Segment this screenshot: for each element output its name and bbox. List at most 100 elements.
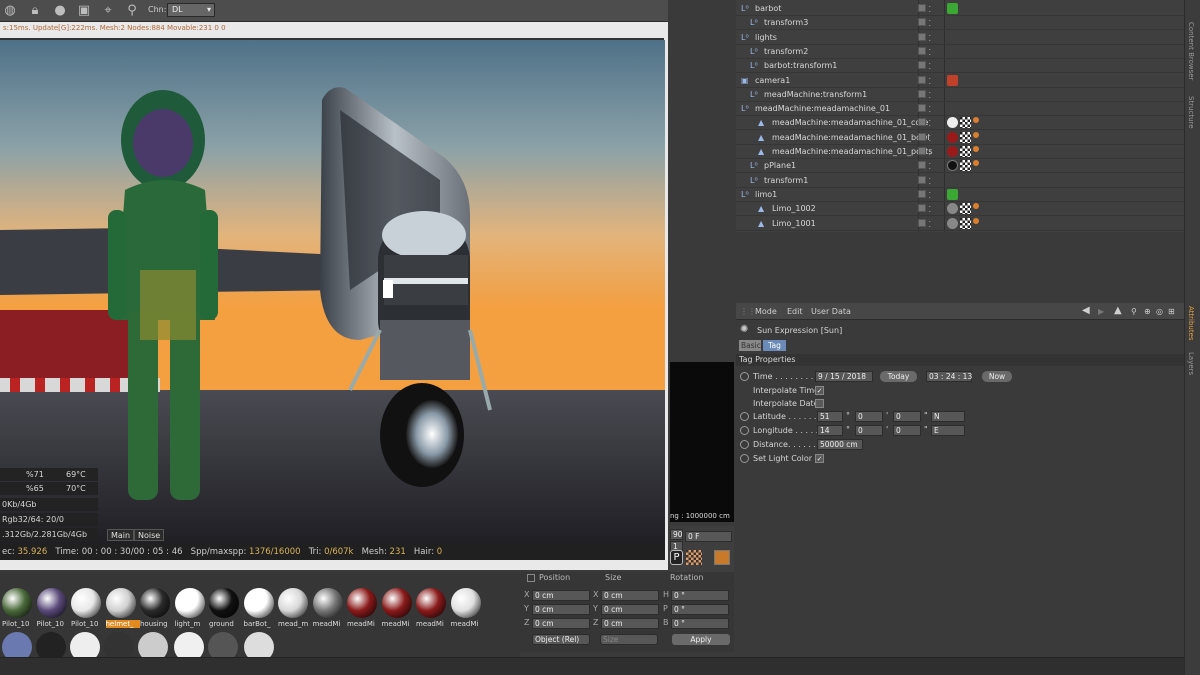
- visibility-icon[interactable]: [918, 132, 926, 141]
- visibility-icon[interactable]: [918, 189, 926, 198]
- tab-attributes[interactable]: Attributes: [1187, 306, 1195, 341]
- visibility-icon[interactable]: [918, 32, 926, 41]
- material-swatch[interactable]: [278, 588, 308, 618]
- visibility-icon[interactable]: [918, 61, 926, 70]
- coord-size-field[interactable]: 0 cm: [601, 618, 659, 629]
- clock-field[interactable]: 03 : 24 : 13: [926, 371, 972, 382]
- render-dots-icon[interactable]: ⁚: [929, 162, 932, 171]
- latitude-min-field[interactable]: 0: [855, 411, 883, 422]
- latitude-dir-select[interactable]: N: [931, 411, 965, 422]
- visibility-icon[interactable]: [918, 175, 926, 184]
- render-dots-icon[interactable]: ⁚: [929, 148, 932, 157]
- render-dots-icon[interactable]: ⁚: [929, 34, 932, 43]
- object-row[interactable]: L⁰ transform2 ⁚: [736, 45, 1184, 59]
- size-mode-select[interactable]: Size: [600, 634, 658, 645]
- visibility-icon[interactable]: [918, 4, 926, 12]
- render-dots-icon[interactable]: ⁚: [929, 220, 932, 229]
- material-swatch[interactable]: [174, 588, 205, 618]
- forward-arrow-icon[interactable]: ▶: [1098, 307, 1104, 316]
- uv-tag-icon[interactable]: [973, 160, 979, 167]
- material-swatch[interactable]: [2, 588, 32, 618]
- visibility-icon[interactable]: [918, 104, 926, 113]
- render-dots-icon[interactable]: ⁚: [929, 191, 932, 200]
- object-row[interactable]: L⁰ pPlane1 ⁚: [736, 159, 1184, 174]
- today-button[interactable]: Today: [880, 371, 917, 382]
- object-row[interactable]: L⁰ barbot:transform1 ⁚: [736, 59, 1184, 74]
- longitude-sec-field[interactable]: 0: [893, 425, 921, 436]
- render-dots-icon[interactable]: ⁚: [929, 91, 932, 100]
- render-dots-icon[interactable]: ⁚: [929, 134, 932, 143]
- set-light-color-checkbox[interactable]: ✓: [815, 454, 824, 463]
- uv-tag-icon[interactable]: [973, 217, 979, 224]
- timeline-field-90[interactable]: 90: [670, 529, 683, 540]
- longitude-deg-field[interactable]: 14: [817, 425, 843, 436]
- marker-icon[interactable]: ⌖: [100, 3, 116, 19]
- longitude-dir-select[interactable]: E: [931, 425, 965, 436]
- time-radio[interactable]: [740, 372, 749, 381]
- render-dots-icon[interactable]: ⁚: [929, 105, 932, 114]
- film-icon[interactable]: [714, 550, 730, 565]
- object-row[interactable]: L⁰ transform3 ⁚: [736, 16, 1184, 31]
- object-row[interactable]: L⁰ meadMachine:transform1 ⁚: [736, 88, 1184, 102]
- material-swatch[interactable]: [381, 588, 412, 618]
- texture-tag-icon[interactable]: [960, 160, 971, 172]
- uv-tag-icon[interactable]: [973, 117, 979, 124]
- texture-tag-icon[interactable]: [960, 217, 971, 229]
- tab-basic[interactable]: Basic: [739, 340, 761, 351]
- coord-pos-field[interactable]: 0 cm: [532, 590, 590, 601]
- object-row[interactable]: L⁰ lights ⁚: [736, 31, 1184, 45]
- visibility-icon[interactable]: [918, 118, 926, 127]
- object-row[interactable]: ▲ meadMachine:meadamachine_01_bowl ⁚: [736, 131, 1184, 145]
- coord-size-field[interactable]: 0 cm: [601, 590, 659, 601]
- object-row[interactable]: L⁰ meadMachine:meadamachine_01 ⁚: [736, 102, 1184, 117]
- frame-field[interactable]: 0 F: [685, 531, 732, 542]
- date-field[interactable]: 9 / 15 / 2018: [815, 371, 873, 382]
- sphere-icon[interactable]: ◍: [2, 3, 18, 19]
- texture-tag-icon[interactable]: [960, 117, 971, 129]
- tab-structure[interactable]: Structure: [1187, 96, 1195, 129]
- material-tag-icon[interactable]: [947, 117, 958, 129]
- tag-green-icon[interactable]: [947, 188, 958, 200]
- tab-noise[interactable]: Noise: [134, 529, 165, 541]
- coord-pos-field[interactable]: 0 cm: [532, 618, 590, 629]
- visibility-icon[interactable]: [918, 218, 926, 227]
- longitude-radio[interactable]: [740, 426, 749, 435]
- channel-select[interactable]: DL: [167, 3, 215, 17]
- material-tag-icon[interactable]: [947, 160, 958, 172]
- tab-layers[interactable]: Layers: [1187, 352, 1195, 375]
- camera-tag-icon[interactable]: [947, 74, 958, 86]
- coord-rot-field[interactable]: 0 °: [671, 590, 729, 601]
- render-dots-icon[interactable]: ⁚: [929, 177, 932, 186]
- material-swatch[interactable]: [71, 588, 101, 618]
- menu-edit[interactable]: Edit: [787, 307, 803, 316]
- cursor-icon[interactable]: ▲: [1114, 305, 1122, 316]
- tab-main[interactable]: Main: [107, 529, 135, 541]
- material-swatch[interactable]: [36, 588, 67, 618]
- render-dots-icon[interactable]: ⁚: [929, 62, 932, 71]
- object-row[interactable]: L⁰ transform1 ⁚: [736, 174, 1184, 188]
- lock-icon[interactable]: ⊕: [1144, 307, 1151, 316]
- search-icon[interactable]: ⚲: [1131, 307, 1137, 316]
- render-dots-icon[interactable]: ⁚: [929, 19, 932, 28]
- render-dots-icon[interactable]: ⁚: [929, 48, 932, 57]
- uv-tag-icon[interactable]: [973, 146, 979, 152]
- coord-rot-field[interactable]: 0 °: [671, 618, 729, 629]
- object-row[interactable]: ▲ meadMachine:meadamachine_01_posts ⁚: [736, 145, 1184, 159]
- apply-button[interactable]: Apply: [672, 634, 730, 645]
- tag-green-icon[interactable]: [947, 3, 958, 14]
- target-icon[interactable]: ◎: [1156, 307, 1163, 316]
- texture-tag-icon[interactable]: [960, 203, 971, 215]
- material-swatch[interactable]: [347, 588, 377, 618]
- material-swatch[interactable]: [416, 588, 446, 618]
- visibility-icon[interactable]: [918, 18, 926, 27]
- material-swatch[interactable]: [209, 588, 239, 618]
- object-row[interactable]: ▣ camera1 ⁚: [736, 74, 1184, 88]
- texture-tag-icon[interactable]: [960, 131, 971, 143]
- render-dots-icon[interactable]: ⁚: [929, 205, 932, 214]
- latitude-deg-field[interactable]: 51: [817, 411, 843, 422]
- material-tag-icon[interactable]: [947, 131, 958, 143]
- material-tag-icon[interactable]: [947, 146, 958, 157]
- menu-user-data[interactable]: User Data: [811, 307, 851, 316]
- visibility-icon[interactable]: [918, 89, 926, 98]
- object-row[interactable]: L⁰ barbot ⁚: [736, 2, 1184, 16]
